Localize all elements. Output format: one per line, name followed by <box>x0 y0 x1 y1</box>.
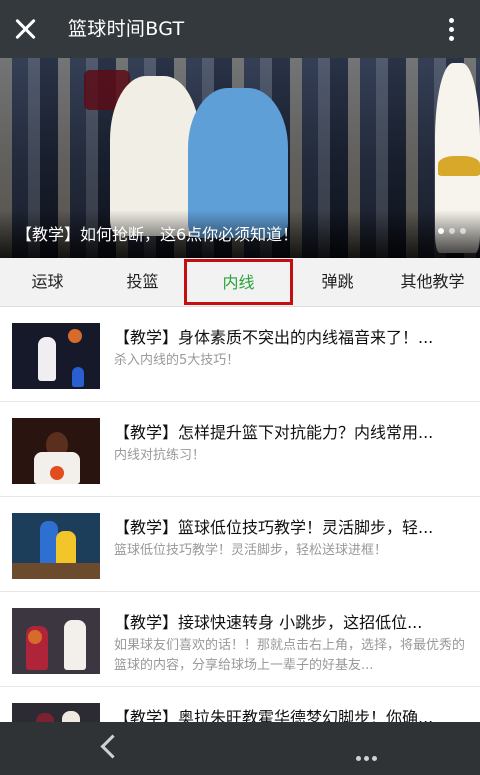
category-tabs: 运球 投篮 内线 弹跳 其他教学 <box>0 258 480 307</box>
hero-player-figure <box>438 156 480 176</box>
chevron-left-icon[interactable] <box>100 734 125 759</box>
list-item[interactable]: 【教学】身体素质不突出的内线福音来了！... 杀入内线的5大技巧！ <box>0 307 480 402</box>
list-item[interactable]: 【教学】篮球低位技巧教学！灵活脚步，轻... 篮球低位技巧教学！灵活脚步，轻松送… <box>0 497 480 592</box>
hero-caption: 【教学】如何抢断，这6点你必须知道！ <box>16 225 299 244</box>
close-icon[interactable] <box>14 17 38 41</box>
article-desc: 杀入内线的5大技巧！ <box>114 353 240 368</box>
article-list: 【教学】身体素质不突出的内线福音来了！... 杀入内线的5大技巧！ 【教学】怎样… <box>0 307 480 722</box>
article-thumbnail <box>12 418 100 484</box>
article-desc: 内线对抗练习！ <box>114 448 206 463</box>
article-title: 【教学】篮球低位技巧教学！灵活脚步，轻... <box>114 518 434 537</box>
more-vertical-icon[interactable] <box>449 18 454 44</box>
list-item[interactable]: 【教学】怎样提升篮下对抗能力？内线常用... 内线对抗练习！ <box>0 402 480 497</box>
article-title: 【教学】接球快速转身 小跳步，这招低位... <box>114 613 423 632</box>
tab-jumping[interactable]: 弹跳 <box>290 258 385 306</box>
more-horizontal-icon[interactable] <box>356 746 380 765</box>
bottom-nav-bar <box>0 722 480 775</box>
article-thumbnail <box>12 608 100 674</box>
hero-banner[interactable]: 【教学】如何抢断，这6点你必须知道！ <box>0 58 480 258</box>
carousel-indicator <box>433 219 466 238</box>
article-title: 【教学】奥拉朱旺教霍华德梦幻脚步！你确... <box>114 708 434 722</box>
list-item[interactable]: 【教学】奥拉朱旺教霍华德梦幻脚步！你确... <box>0 687 480 722</box>
article-desc: 如果球友们喜欢的话！！那就点击右上角，选择，将最优秀的篮球的内容，分享给球场上一… <box>114 638 466 673</box>
page-title: 篮球时间BGT <box>68 18 185 40</box>
article-title: 【教学】身体素质不突出的内线福音来了！... <box>114 328 434 347</box>
article-thumbnail <box>12 703 100 722</box>
tab-dribble[interactable]: 运球 <box>0 258 95 306</box>
top-bar: 篮球时间BGT <box>0 0 480 58</box>
tab-other[interactable]: 其他教学 <box>385 258 480 306</box>
tab-shooting[interactable]: 投篮 <box>95 258 190 306</box>
tab-post[interactable]: 内线 <box>184 259 293 305</box>
list-item[interactable]: 【教学】接球快速转身 小跳步，这招低位... 如果球友们喜欢的话！！那就点击右上… <box>0 592 480 687</box>
article-thumbnail <box>12 323 100 389</box>
article-desc: 篮球低位技巧教学！灵活脚步，轻松送球进框！ <box>114 543 388 558</box>
article-title: 【教学】怎样提升篮下对抗能力？内线常用... <box>114 423 434 442</box>
article-thumbnail <box>12 513 100 579</box>
